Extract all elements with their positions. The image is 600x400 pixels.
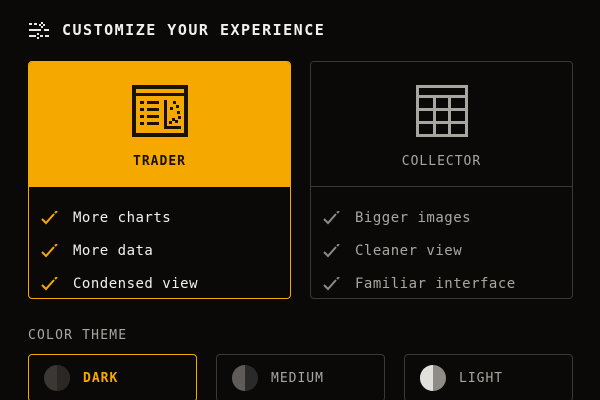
- feature-list: Bigger images Cleaner view Familiar inte…: [311, 187, 572, 298]
- mode-card-collector[interactable]: COLLECTOR Bigger images Cleaner view Fam…: [310, 61, 573, 299]
- color-theme-label: COLOR THEME: [28, 328, 128, 343]
- feature-label: Familiar interface: [355, 275, 516, 292]
- theme-option-medium[interactable]: MEDIUM: [216, 354, 385, 400]
- theme-option-label: MEDIUM: [271, 370, 324, 386]
- theme-option-label: DARK: [83, 370, 119, 386]
- feature-item: Cleaner view: [323, 234, 572, 267]
- feature-item: Condensed view: [41, 267, 290, 298]
- theme-option-dark[interactable]: DARK: [28, 354, 197, 400]
- mode-card-title: TRADER: [133, 154, 186, 169]
- check-icon: [323, 243, 340, 257]
- page-header: CUSTOMIZE YOUR EXPERIENCE: [28, 18, 325, 42]
- check-icon: [41, 243, 58, 257]
- feature-item: Bigger images: [323, 201, 572, 234]
- check-icon: [41, 276, 58, 290]
- feature-label: Condensed view: [73, 275, 199, 292]
- feature-list: More charts More data Condensed view: [29, 187, 290, 298]
- feature-label: More data: [73, 242, 154, 259]
- check-icon: [323, 210, 340, 224]
- theme-option-label: LIGHT: [459, 370, 504, 386]
- mode-card-trader[interactable]: TRADER More charts More data Condensed v…: [28, 61, 291, 299]
- page-title: CUSTOMIZE YOUR EXPERIENCE: [62, 21, 326, 39]
- feature-label: Cleaner view: [355, 242, 463, 259]
- feature-label: Bigger images: [355, 209, 472, 226]
- feature-item: More charts: [41, 201, 290, 234]
- sliders-icon: [29, 22, 49, 39]
- light-theme-swatch-icon: [420, 365, 446, 391]
- feature-item: More data: [41, 234, 290, 267]
- chart-table-icon: [131, 85, 188, 137]
- mode-card-title: COLLECTOR: [401, 154, 482, 169]
- feature-item: Familiar interface: [323, 267, 572, 298]
- theme-option-light[interactable]: LIGHT: [404, 354, 573, 400]
- check-icon: [41, 210, 58, 224]
- medium-theme-swatch-icon: [232, 365, 258, 391]
- check-icon: [323, 276, 340, 290]
- feature-label: More charts: [73, 209, 172, 226]
- grid-icon: [415, 85, 468, 137]
- mode-card-header: COLLECTOR: [311, 62, 572, 187]
- mode-card-header: TRADER: [29, 62, 290, 187]
- dark-theme-swatch-icon: [44, 365, 70, 391]
